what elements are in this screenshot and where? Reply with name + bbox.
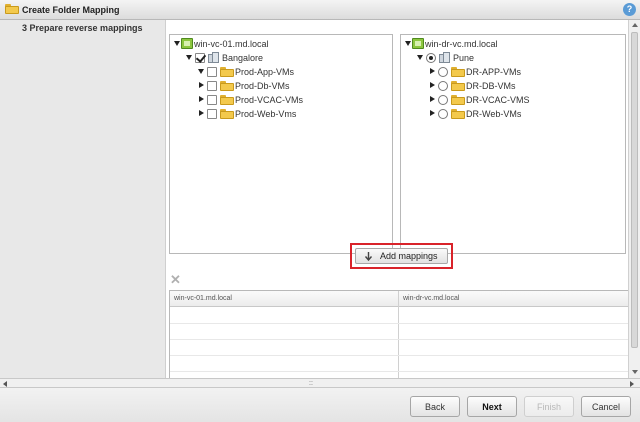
folder-icon bbox=[451, 81, 465, 91]
tree-node-label: Prod-Db-VMs bbox=[235, 81, 290, 91]
mappings-grid: win-vc-01.md.local win-dr-vc.md.local bbox=[169, 290, 629, 379]
tree-node-label: win-vc-01.md.local bbox=[194, 39, 269, 49]
source-inventory-tree: win-vc-01.md.local Bangalore Prod-App-VM… bbox=[169, 34, 393, 254]
tree-node-folder[interactable]: Prod-VCAC-VMs bbox=[198, 94, 378, 106]
radio-selected[interactable] bbox=[426, 53, 436, 63]
next-button[interactable]: Next bbox=[467, 396, 517, 417]
chevron-right-icon[interactable] bbox=[430, 96, 435, 102]
checkbox-checked[interactable] bbox=[195, 53, 205, 63]
wizard-footer: Back Next Finish Cancel bbox=[0, 388, 640, 422]
folder-icon bbox=[220, 95, 234, 105]
finish-button[interactable]: Finish bbox=[524, 396, 574, 417]
tree-node-folder[interactable]: DR-VCAC-VMS bbox=[429, 94, 609, 106]
chevron-down-icon[interactable] bbox=[405, 41, 411, 46]
tree-node-folder[interactable]: Prod-App-VMs bbox=[198, 66, 378, 78]
tree-node-folder[interactable]: Prod-Web-Vms bbox=[198, 108, 378, 120]
folder-icon bbox=[451, 109, 465, 119]
checkbox[interactable] bbox=[207, 81, 217, 91]
window-title: Create Folder Mapping bbox=[22, 5, 120, 15]
tree-node-label: win-dr-vc.md.local bbox=[425, 39, 498, 49]
tree-node-folder[interactable]: DR-DB-VMs bbox=[429, 80, 609, 92]
grid-row-line bbox=[170, 371, 629, 372]
column-header-target[interactable]: win-dr-vc.md.local bbox=[403, 295, 459, 302]
current-step[interactable]: 3 Prepare reverse mappings bbox=[22, 23, 143, 33]
tree-node-target-datacenter[interactable]: Pune bbox=[417, 52, 607, 64]
chevron-down-icon[interactable] bbox=[198, 69, 204, 74]
column-header-source[interactable]: win-vc-01.md.local bbox=[174, 295, 232, 302]
vcenter-icon bbox=[412, 38, 424, 49]
tree-node-source-datacenter[interactable]: Bangalore bbox=[186, 52, 376, 64]
chevron-right-icon[interactable] bbox=[430, 82, 435, 88]
chevron-down-icon[interactable] bbox=[174, 41, 180, 46]
tree-node-label: Prod-VCAC-VMs bbox=[235, 95, 304, 105]
scroll-right-icon[interactable] bbox=[630, 381, 634, 387]
horizontal-scrollbar[interactable]: :: bbox=[0, 378, 640, 388]
cancel-button[interactable]: Cancel bbox=[581, 396, 631, 417]
folder-icon bbox=[5, 4, 19, 14]
folder-icon bbox=[451, 95, 465, 105]
scroll-left-icon[interactable] bbox=[3, 381, 7, 387]
grid-row-line bbox=[170, 355, 629, 356]
grid-row-line bbox=[170, 323, 629, 324]
splitter-grip-icon[interactable]: :: bbox=[309, 380, 313, 387]
checkbox[interactable] bbox=[207, 67, 217, 77]
tree-node-label: Bangalore bbox=[222, 53, 264, 63]
tree-node-label: DR-Web-VMs bbox=[466, 109, 522, 119]
chevron-right-icon[interactable] bbox=[199, 96, 204, 102]
chevron-down-icon[interactable] bbox=[417, 55, 423, 60]
remove-mapping-icon[interactable]: ✕ bbox=[170, 273, 181, 286]
wizard-steps-sidebar: 3 Prepare reverse mappings bbox=[0, 20, 166, 378]
vcenter-icon bbox=[181, 38, 193, 49]
folder-icon bbox=[220, 81, 234, 91]
arrow-down-icon bbox=[364, 252, 373, 262]
folder-icon bbox=[451, 67, 465, 77]
tree-node-label: DR-APP-VMs bbox=[466, 67, 522, 77]
help-icon[interactable]: ? bbox=[623, 3, 636, 16]
folder-icon bbox=[220, 67, 234, 77]
add-mappings-button[interactable]: Add mappings bbox=[355, 248, 448, 264]
vertical-scrollbar[interactable] bbox=[628, 20, 640, 378]
chevron-right-icon[interactable] bbox=[199, 82, 204, 88]
tree-node-folder[interactable]: Prod-Db-VMs bbox=[198, 80, 378, 92]
checkbox[interactable] bbox=[207, 109, 217, 119]
scrollbar-thumb[interactable] bbox=[631, 32, 638, 348]
chevron-right-icon[interactable] bbox=[430, 110, 435, 116]
tree-node-label: Prod-App-VMs bbox=[235, 67, 295, 77]
tree-node-source-vc[interactable]: win-vc-01.md.local bbox=[174, 38, 374, 50]
tree-node-folder[interactable]: DR-APP-VMs bbox=[429, 66, 609, 78]
wizard-content: win-vc-01.md.local Bangalore Prod-App-VM… bbox=[166, 20, 629, 379]
column-divider bbox=[398, 291, 399, 379]
checkbox[interactable] bbox=[207, 95, 217, 105]
grid-row-line bbox=[170, 339, 629, 340]
radio[interactable] bbox=[438, 95, 448, 105]
title-bar: Create Folder Mapping ? bbox=[0, 0, 640, 20]
radio[interactable] bbox=[438, 81, 448, 91]
datacenter-icon bbox=[439, 52, 450, 63]
scroll-down-icon[interactable] bbox=[632, 370, 638, 374]
chevron-right-icon[interactable] bbox=[430, 68, 435, 74]
radio[interactable] bbox=[438, 67, 448, 77]
grid-header: win-vc-01.md.local win-dr-vc.md.local bbox=[170, 291, 629, 307]
chevron-down-icon[interactable] bbox=[186, 55, 192, 60]
back-button[interactable]: Back bbox=[410, 396, 460, 417]
add-mappings-highlight: Add mappings bbox=[350, 243, 453, 269]
tree-node-label: Prod-Web-Vms bbox=[235, 109, 297, 119]
tree-node-label: DR-VCAC-VMS bbox=[466, 95, 530, 105]
tree-node-folder[interactable]: DR-Web-VMs bbox=[429, 108, 609, 120]
tree-node-label: Pune bbox=[453, 53, 475, 63]
add-mappings-label: Add mappings bbox=[380, 251, 438, 261]
folder-icon bbox=[220, 109, 234, 119]
scroll-up-icon[interactable] bbox=[632, 23, 638, 27]
tree-node-target-vc[interactable]: win-dr-vc.md.local bbox=[405, 38, 605, 50]
datacenter-icon bbox=[208, 52, 219, 63]
tree-node-label: DR-DB-VMs bbox=[466, 81, 516, 91]
chevron-right-icon[interactable] bbox=[199, 110, 204, 116]
radio[interactable] bbox=[438, 109, 448, 119]
target-inventory-tree: win-dr-vc.md.local Pune DR-APP-VMs DR-DB… bbox=[400, 34, 626, 254]
